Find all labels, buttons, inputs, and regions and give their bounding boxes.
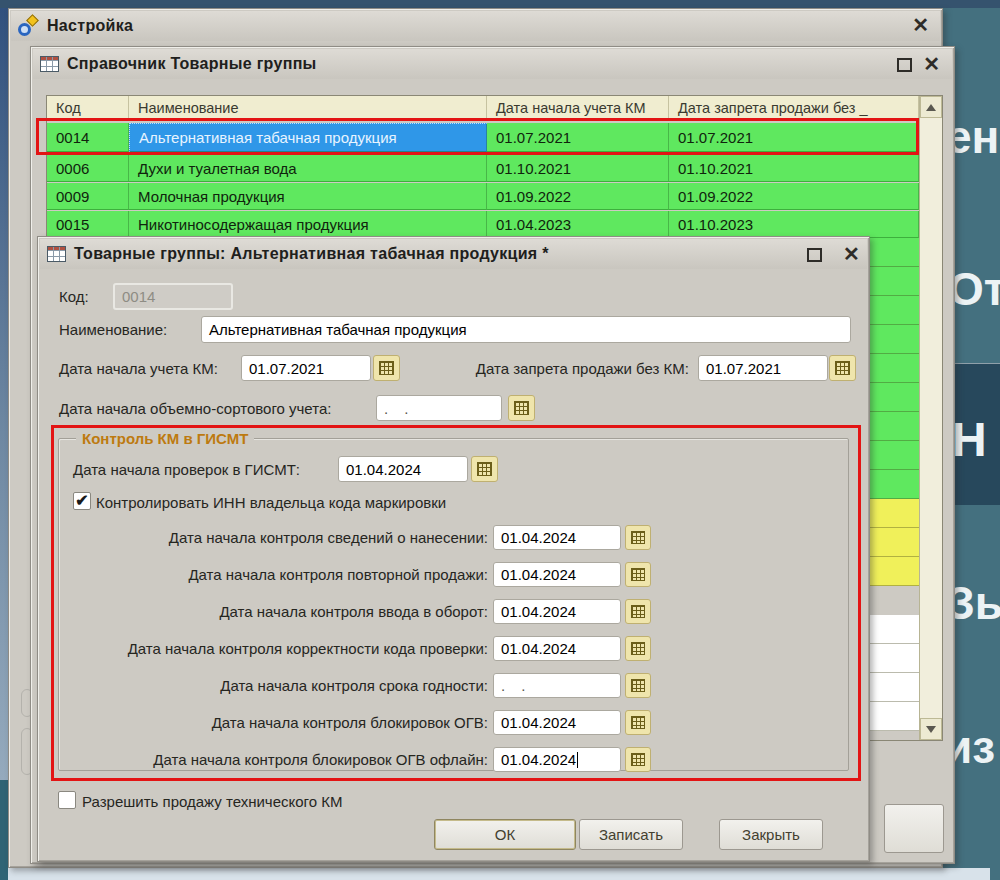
control-row-calendar-button[interactable]: [625, 747, 651, 772]
save-button[interactable]: Записать: [579, 819, 683, 850]
control-row-calendar-button[interactable]: [625, 636, 651, 661]
name-label: Наименование:: [59, 321, 167, 338]
control-row-label: Дата начала контроля повторной продажи:: [73, 566, 488, 583]
dialog-icon: [47, 246, 66, 262]
control-group-title: Контроль КМ в ГИСМТ: [76, 430, 254, 447]
table-cell[interactable]: 01.09.2022: [487, 183, 669, 210]
scroll-down-button[interactable]: [920, 718, 942, 740]
table-cell[interactable]: 0006: [47, 155, 129, 182]
table-cell[interactable]: 01.10.2021: [487, 155, 669, 182]
name-field[interactable]: Альтернативная табачная продукция: [201, 316, 851, 343]
control-row-calendar-button[interactable]: [625, 673, 651, 698]
table-cell[interactable]: 0014: [47, 123, 129, 152]
control-row-field[interactable]: 01.04.2024: [493, 747, 621, 772]
window-frame-left: [0, 8, 8, 780]
close-button[interactable]: Закрыть: [719, 819, 823, 850]
inn-checkbox-label: Контролировать ИНН владельца кода маркир…: [96, 494, 446, 511]
control-row-calendar-button[interactable]: [625, 562, 651, 587]
ban-sale-field[interactable]: 01.07.2021: [698, 355, 828, 381]
start-km-field[interactable]: 01.07.2021: [241, 355, 371, 381]
inn-checkbox-check-icon: ✔: [75, 493, 88, 509]
table-scrollbar[interactable]: [919, 96, 942, 740]
catalog-maximize-icon[interactable]: [897, 58, 912, 72]
scroll-down-icon: [926, 726, 936, 733]
settings-window-title: Настройка: [47, 17, 133, 35]
control-row-field[interactable]: 01.04.2024: [493, 599, 621, 624]
text-cursor: [577, 752, 578, 768]
background-text-fragment: Н: [952, 412, 987, 467]
gismt-start-calendar-button[interactable]: [471, 456, 498, 482]
table-cell[interactable]: 01.04.2023: [487, 211, 669, 238]
table-cell[interactable]: Альтернативная табачная продукция: [129, 123, 487, 152]
control-row-field[interactable]: 01.04.2024: [493, 525, 621, 550]
catalog-close-icon[interactable]: ✕: [923, 55, 940, 73]
control-row-label: Дата начала контроля корректности кода п…: [73, 640, 488, 657]
gismt-start-label: Дата начала проверок в ГИСМТ:: [73, 461, 300, 478]
control-row-field[interactable]: 01.04.2024: [493, 636, 621, 661]
table-cell[interactable]: 01.10.2021: [669, 155, 919, 182]
window-frame-left-lower: [0, 780, 8, 880]
table-cell[interactable]: 01.09.2022: [669, 183, 919, 210]
scroll-up-button[interactable]: [920, 96, 942, 118]
control-row-field[interactable]: 01.04.2024: [493, 710, 621, 735]
code-label: Код:: [59, 288, 89, 305]
ban-sale-calendar-button[interactable]: [829, 355, 856, 381]
start-km-calendar-button[interactable]: [373, 355, 400, 381]
ban-sale-label: Дата запрета продажи без КМ:: [451, 360, 689, 377]
table-cell[interactable]: Молочная продукция: [129, 183, 487, 210]
catalog-window-icon: [40, 56, 59, 72]
edit-dialog: Товарные группы: Альтернативная табачная…: [37, 236, 870, 862]
control-row-label: Дата начала контроля блокировок ОГВ офла…: [73, 751, 488, 768]
volume-sort-field[interactable]: . .: [376, 395, 502, 421]
catalog-titlebar[interactable]: Справочник Товарные группы: [33, 49, 952, 79]
table-cell[interactable]: Духи и туалетная вода: [129, 155, 487, 182]
table-cell[interactable]: Никотиносодержащая продукция: [129, 211, 487, 238]
control-row-field[interactable]: . .: [493, 673, 621, 698]
control-row-field[interactable]: 01.04.2024: [493, 562, 621, 587]
tech-km-label: Разрешить продажу технического КМ: [82, 793, 342, 810]
dialog-close-icon[interactable]: ✕: [843, 245, 860, 263]
bottom-strip: [8, 868, 990, 880]
scroll-up-icon: [926, 104, 936, 111]
dialog-titlebar[interactable]: Товарные группы: Альтернативная табачная…: [40, 239, 867, 269]
catalog-partial-button[interactable]: [884, 804, 944, 853]
settings-window-icon: [18, 16, 38, 36]
tech-km-checkbox[interactable]: [58, 791, 76, 809]
volume-sort-calendar-button[interactable]: [508, 395, 535, 421]
start-km-label: Дата начала учета КМ:: [59, 360, 218, 377]
table-cell[interactable]: 01.10.2023: [669, 211, 919, 238]
control-row-calendar-button[interactable]: [625, 599, 651, 624]
column-header-3[interactable]: Дата запрета продажи без _: [669, 96, 919, 120]
control-row-calendar-button[interactable]: [625, 525, 651, 550]
control-row-calendar-button[interactable]: [625, 710, 651, 735]
column-header-0[interactable]: Код: [47, 96, 129, 120]
control-row-label: Дата начала контроля ввода в оборот:: [73, 603, 488, 620]
gismt-start-field[interactable]: 01.04.2024: [338, 456, 468, 482]
dialog-maximize-icon[interactable]: [807, 248, 822, 262]
dialog-title: Товарные группы: Альтернативная табачная…: [74, 245, 549, 263]
control-row-label: Дата начала контроля блокировок ОГВ:: [73, 714, 488, 731]
column-header-1[interactable]: Наименование: [129, 96, 487, 120]
table-cell[interactable]: 01.07.2021: [487, 123, 669, 152]
window-frame-top: [0, 0, 1000, 8]
table-cell[interactable]: 01.07.2021: [669, 123, 919, 152]
catalog-window-title: Справочник Товарные группы: [67, 55, 317, 73]
control-row-label: Дата начала контроля срока годности:: [73, 677, 488, 694]
code-field[interactable]: 0014: [113, 283, 233, 310]
table-cell[interactable]: 0009: [47, 183, 129, 210]
control-row-label: Дата начала контроля сведений о нанесени…: [73, 529, 488, 546]
settings-titlebar[interactable]: Настройка: [11, 11, 940, 41]
column-header-2[interactable]: Дата начала учета КМ: [487, 96, 669, 120]
background-text-fragment: От: [948, 262, 1000, 316]
ok-button[interactable]: ОК: [434, 819, 576, 850]
table-cell[interactable]: 0015: [47, 211, 129, 238]
settings-close-icon[interactable]: ✕: [912, 16, 929, 34]
screen: енОтНЗьиз Настройка ✕ Справочник Товарны…: [0, 0, 1000, 880]
volume-sort-label: Дата начала объемно-сортового учета:: [59, 400, 331, 417]
inn-checkbox[interactable]: ✔: [73, 492, 91, 510]
